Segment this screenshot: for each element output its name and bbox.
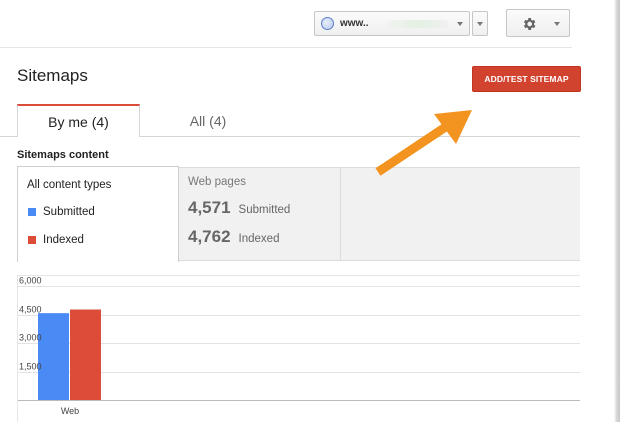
submitted-label: Submitted (238, 204, 291, 216)
bar-submitted (38, 313, 69, 400)
tab-all[interactable]: All (4) (158, 104, 258, 137)
chevron-down-icon (477, 22, 483, 26)
site-url-redacted (386, 19, 449, 28)
submitted-swatch (28, 208, 36, 216)
indexed-label: Indexed (238, 233, 280, 245)
legend-indexed[interactable]: Indexed (28, 234, 84, 246)
sitemaps-page: www.. Sitemaps ADD/TEST SITEMAP By me (4… (0, 0, 620, 422)
site-dropdown-button[interactable] (472, 11, 488, 36)
y-tick-label: 6,000 (19, 276, 42, 286)
filter-title: All content types (27, 179, 112, 191)
indexed-count: 4,762 (188, 227, 231, 246)
submitted-count: 4,571 (188, 198, 231, 217)
window-edge (614, 0, 620, 422)
web-pages-title: Web pages (188, 176, 246, 188)
gear-icon (523, 18, 536, 30)
add-test-sitemap-button[interactable]: ADD/TEST SITEMAP (472, 66, 581, 92)
globe-icon (321, 17, 334, 30)
tab-divider (0, 136, 17, 137)
tab-by-me[interactable]: By me (4) (17, 104, 140, 137)
content-type-filter[interactable]: All content types Submitted Indexed (17, 166, 179, 262)
panel-divider (340, 167, 341, 261)
submitted-stat: 4,571 Submitted (188, 198, 290, 218)
legend-label: Indexed (43, 234, 84, 246)
x-tick-label: Web (61, 406, 79, 416)
settings-button[interactable] (506, 9, 570, 37)
legend-submitted[interactable]: Submitted (28, 206, 95, 218)
y-tick-label: 4,500 (19, 305, 42, 315)
header-divider (0, 47, 572, 48)
site-label: www.. (340, 18, 369, 29)
legend-label: Submitted (43, 206, 95, 218)
site-selector[interactable]: www.. (314, 11, 470, 36)
y-tick-label: 3,000 (19, 333, 42, 343)
indexed-swatch (28, 236, 36, 244)
chevron-down-icon (457, 22, 463, 26)
section-title: Sitemaps content (17, 149, 109, 161)
page-title: Sitemaps (17, 66, 88, 85)
arrow-annotation-icon (375, 110, 472, 176)
sitemap-bar-chart: 6,000 4,500 3,000 1,500 Web (17, 275, 580, 422)
indexed-stat: 4,762 Indexed (188, 227, 279, 247)
y-tick-label: 1,500 (19, 362, 42, 372)
chevron-down-icon (554, 22, 560, 26)
bar-indexed (70, 309, 101, 400)
